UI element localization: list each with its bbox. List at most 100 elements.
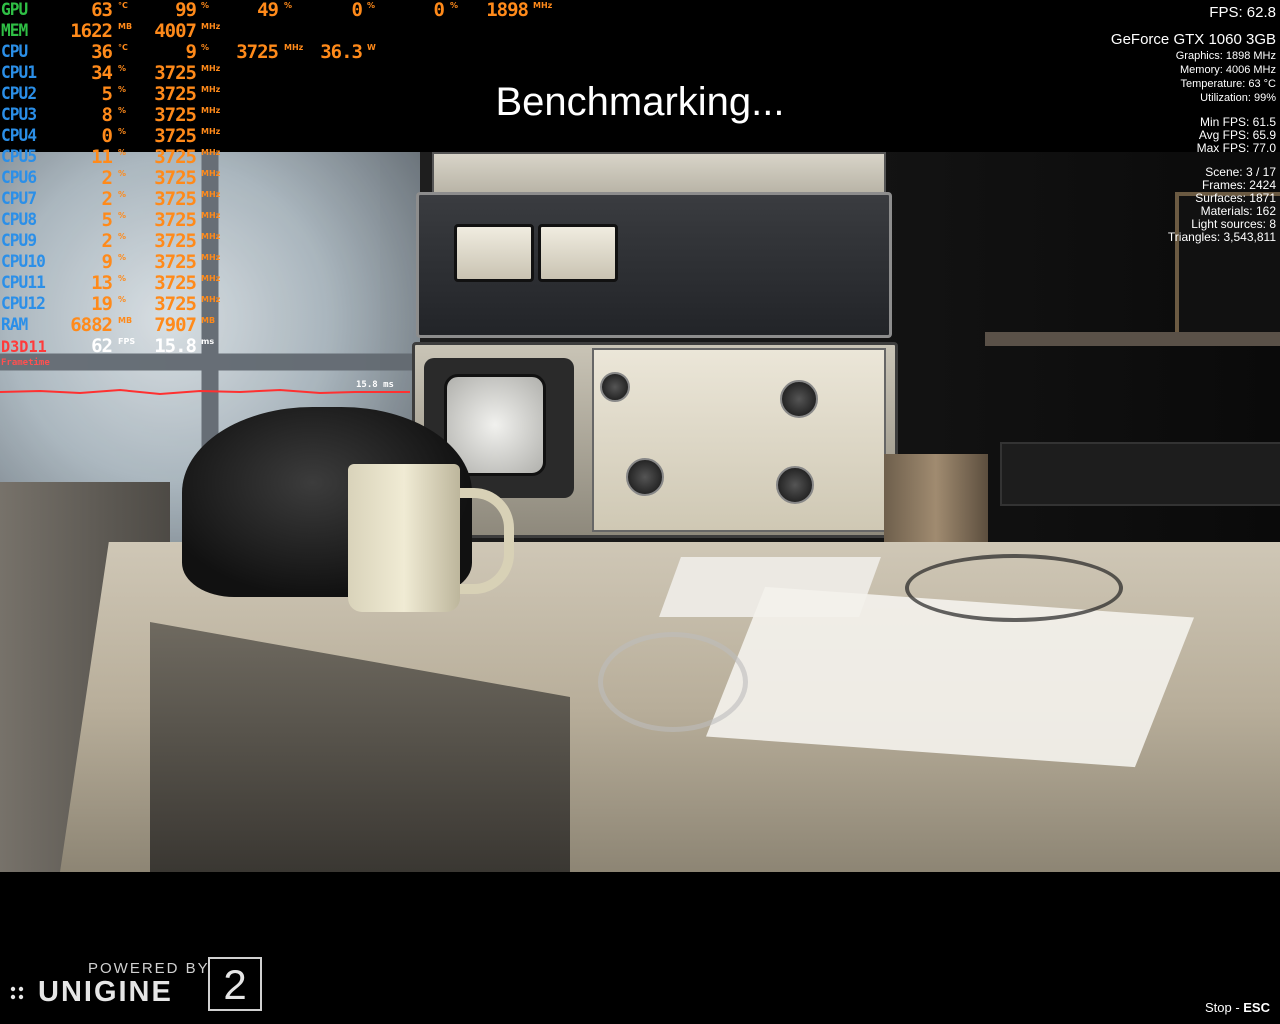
- osd-label: CPU4: [1, 126, 37, 146]
- osd-value: 19: [91, 293, 113, 315]
- gpu-graphics-clock: Graphics: 1898 MHz: [1175, 50, 1276, 62]
- osd-row-gpu: GPU 63 °C 99% 49% 0% 0% 1898 MHz: [0, 0, 560, 21]
- osd-value: 11: [91, 146, 113, 168]
- osd-value: 36: [91, 41, 113, 63]
- osd-row-cpu8: CPU8 5% 3725 MHz: [0, 210, 560, 231]
- osd-value: 3725: [154, 167, 197, 189]
- stop-hint[interactable]: Stop - ESC: [1205, 1000, 1270, 1015]
- osd-unit: MHz: [201, 64, 221, 73]
- osd-value: 49: [257, 0, 279, 21]
- osd-value: 13: [91, 272, 113, 294]
- unigine-logo-icon: [10, 986, 24, 1000]
- scene-case: [1000, 442, 1280, 506]
- frametime-label: Frametime: [1, 358, 50, 368]
- osd-value: 7907: [154, 314, 197, 336]
- osd-value: 3725: [154, 125, 197, 147]
- osd-value: 1622: [70, 20, 113, 42]
- scene-knob: [776, 466, 814, 504]
- scene-shelf: [985, 332, 1280, 346]
- osd-unit: MHz: [201, 106, 221, 115]
- osd-unit: MHz: [201, 190, 221, 199]
- osd-value: 8: [101, 104, 113, 126]
- osd-label: CPU1: [1, 63, 37, 83]
- osd-label: GPU: [1, 0, 28, 20]
- osd-value: 2: [101, 230, 113, 252]
- osd-value: 0: [433, 0, 445, 21]
- osd-value: 0: [101, 125, 113, 147]
- osd-value: 62: [91, 335, 113, 357]
- osd-label: CPU9: [1, 231, 37, 251]
- osd-value: 3725: [154, 83, 197, 105]
- osd-value: 0: [351, 0, 363, 21]
- osd-unit: MHz: [201, 22, 221, 31]
- powered-by-label: POWERED BY: [88, 960, 210, 977]
- osd-value: 2: [101, 167, 113, 189]
- unigine-logo-text: UNIGINE: [38, 976, 173, 1008]
- max-fps: Max FPS: 77.0: [1196, 141, 1276, 155]
- frametime-graph: [0, 388, 410, 396]
- osd-value: 63: [91, 0, 113, 21]
- scene-scissors: [598, 632, 748, 732]
- osd-value: 4007: [154, 20, 197, 42]
- osd-value: 9: [185, 41, 197, 63]
- scene-knob: [600, 372, 630, 402]
- osd-label: CPU3: [1, 105, 37, 125]
- osd-label: CPU6: [1, 168, 37, 188]
- osd-label: CPU5: [1, 147, 37, 167]
- osd-row-cpu: CPU 36 °C 9% 3725 MHz 36.3 W: [0, 42, 560, 63]
- osd-value: 99: [175, 0, 197, 21]
- osd-unit: MHz: [201, 211, 221, 220]
- osd-label: CPU7: [1, 189, 37, 209]
- osd-row-ram: RAM 6882 MB 7907 MB: [0, 315, 560, 336]
- osd-value: 3725: [154, 230, 197, 252]
- scene-control-panel: [592, 348, 886, 532]
- osd-row-cpu12: CPU12 19% 3725 MHz: [0, 294, 560, 315]
- frametime-line: [0, 388, 410, 396]
- osd-value: 3725: [154, 293, 197, 315]
- osd-label: CPU: [1, 42, 28, 62]
- fps-readout: FPS: 62.8: [1209, 4, 1276, 21]
- osd-value: 9: [101, 251, 113, 273]
- osd-unit: MHz: [201, 274, 221, 283]
- scene-glasses: [905, 554, 1123, 622]
- osd-label: CPU2: [1, 84, 37, 104]
- scene-mug: [348, 464, 460, 612]
- gpu-memory-clock: Memory: 4006 MHz: [1180, 64, 1276, 76]
- osd-row-cpu6: CPU6 2% 3725 MHz: [0, 168, 560, 189]
- osd-row-cpu3: CPU3 8% 3725 MHz: [0, 105, 560, 126]
- osd-value: 6882: [70, 314, 113, 336]
- osd-unit: MHz: [533, 1, 553, 10]
- osd-value: 3725: [154, 146, 197, 168]
- osd-value: 3725: [154, 272, 197, 294]
- osd-label: RAM: [1, 315, 28, 335]
- osd-unit: ms: [201, 337, 215, 346]
- osd-value: 34: [91, 62, 113, 84]
- osd-value: 5: [101, 83, 113, 105]
- osd-unit: MHz: [201, 148, 221, 157]
- gpu-utilization: Utilization: 99%: [1200, 92, 1276, 104]
- benchmark-window: Benchmarking... GPU 63 °C 99% 49% 0% 0% 1898 MHz…: [0, 0, 1280, 1024]
- osd-row-cpu11: CPU11 13% 3725 MHz: [0, 273, 560, 294]
- frametime-value: 15.8 ms: [356, 380, 394, 390]
- osd-unit: MHz: [201, 232, 221, 241]
- osd-row-d3d11: D3D11 62 FPS 15.8 ms: [0, 336, 560, 357]
- osd-value: 3725: [154, 62, 197, 84]
- osd-unit: MHz: [201, 253, 221, 262]
- osd-label: MEM: [1, 21, 28, 41]
- osd-value: 3725: [154, 251, 197, 273]
- unigine-version-badge: 2: [208, 957, 262, 1011]
- osd-value: 2: [101, 188, 113, 210]
- osd-row-cpu7: CPU7 2% 3725 MHz: [0, 189, 560, 210]
- osd-unit: W: [367, 43, 376, 52]
- scene-knob: [780, 380, 818, 418]
- osd-row-cpu4: CPU4 0% 3725 MHz: [0, 126, 560, 147]
- osd-value: 3725: [236, 41, 279, 63]
- osd-unit: MHz: [201, 295, 221, 304]
- osd-row-mem: MEM 1622 MB 4007 MHz: [0, 21, 560, 42]
- osd-value: 36.3: [320, 41, 363, 63]
- osd-row-cpu2: CPU2 5% 3725 MHz: [0, 84, 560, 105]
- osd-value: 5: [101, 209, 113, 231]
- gpu-name: GeForce GTX 1060 3GB: [1110, 31, 1276, 48]
- gpu-temperature: Temperature: 63 °C: [1180, 78, 1277, 90]
- osd-unit: MHz: [201, 85, 221, 94]
